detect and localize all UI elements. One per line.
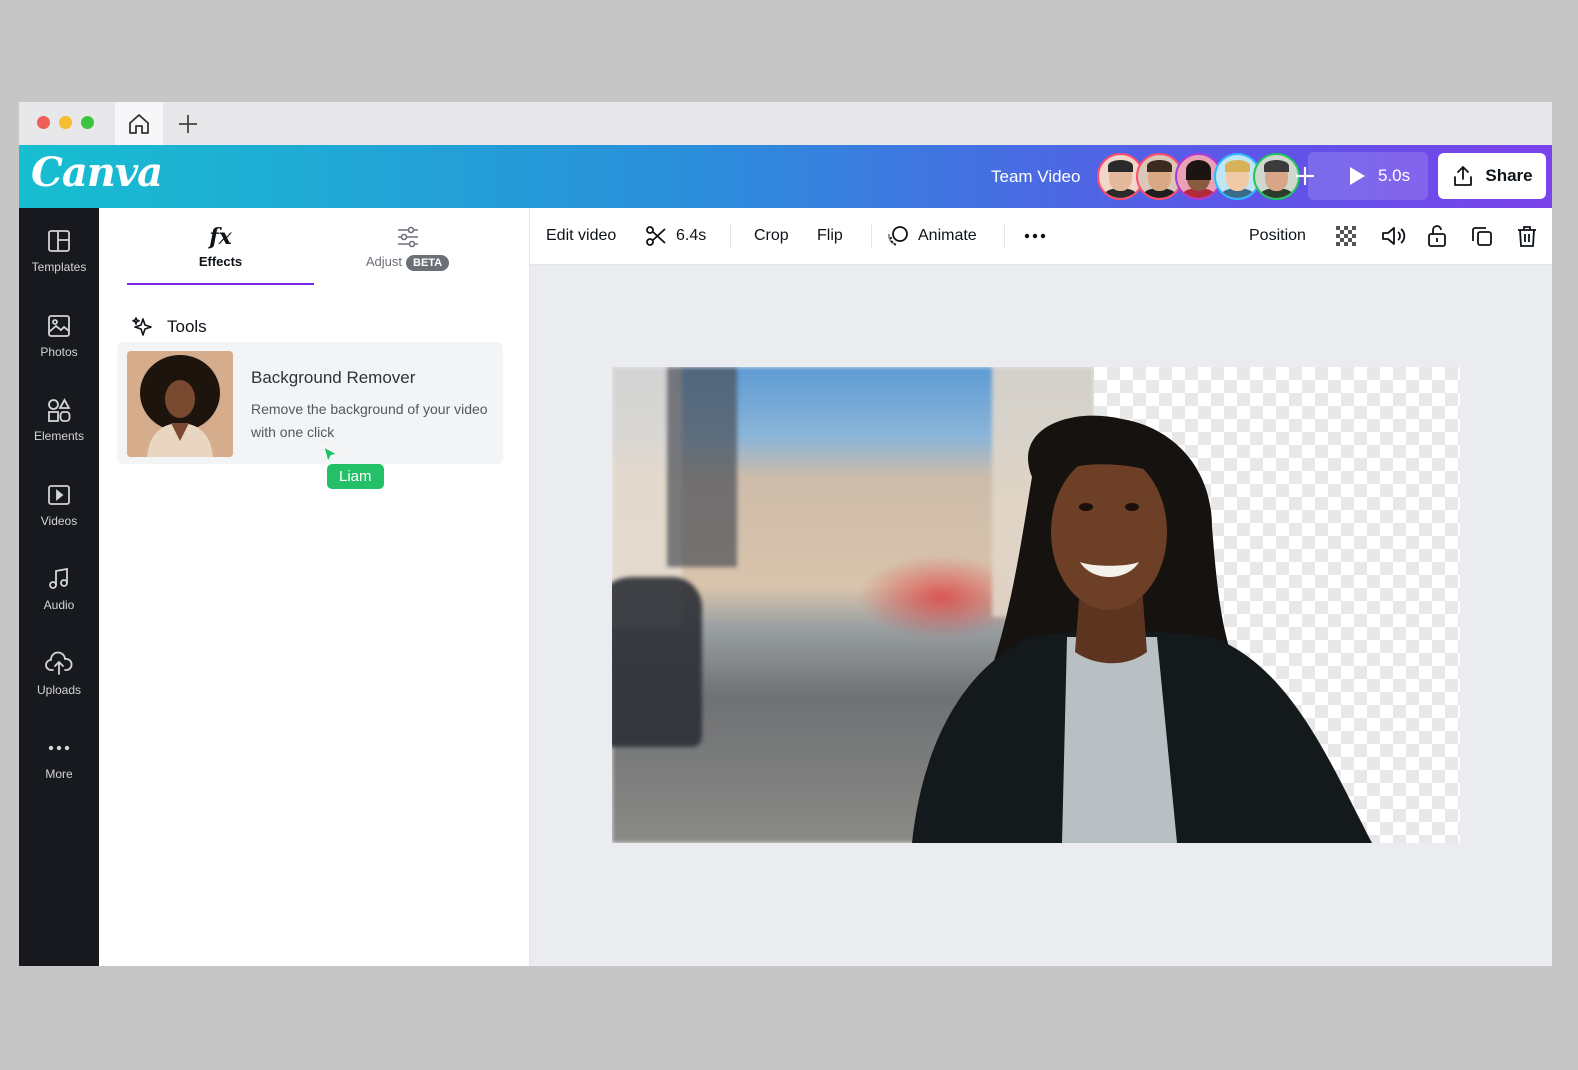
edit-video-button[interactable]: Edit video — [546, 208, 616, 264]
tool-description: Remove the background of your video with… — [251, 401, 488, 440]
flip-button[interactable]: Flip — [817, 208, 843, 264]
scissors-icon — [646, 226, 666, 246]
context-toolbar: Edit video 6.4s Crop Flip Animate Positi… — [530, 208, 1552, 265]
transparency-icon — [1336, 226, 1356, 246]
sidebar-item-uploads[interactable]: Uploads — [19, 651, 99, 721]
trim-duration: 6.4s — [676, 227, 707, 244]
effects-panel: fx Effects AdjustBETA Tools Background — [99, 208, 530, 966]
more-options-button[interactable] — [1023, 208, 1047, 264]
plus-icon — [179, 115, 197, 133]
toolbar-divider — [730, 224, 731, 248]
videos-icon — [48, 485, 70, 505]
side-navigation: Templates Photos Elements Videos Audio U… — [19, 208, 99, 966]
sidebar-item-more[interactable]: More — [19, 735, 99, 805]
share-icon — [1454, 166, 1473, 186]
fx-icon: fx — [209, 224, 232, 250]
home-icon — [129, 113, 149, 134]
minimize-window-button[interactable] — [59, 116, 72, 129]
tab-label: Effects — [198, 254, 243, 269]
collaborator-cursor-icon — [323, 446, 339, 464]
share-label: Share — [1485, 166, 1533, 185]
tab-label: Adjust — [365, 254, 402, 269]
sidebar-item-photos[interactable]: Photos — [19, 313, 99, 383]
unlock-icon — [1428, 225, 1446, 247]
sidebar-item-audio[interactable]: Audio — [19, 566, 99, 636]
browser-chrome — [19, 102, 1552, 146]
sidebar-item-label: Elements — [33, 429, 85, 443]
crop-button[interactable]: Crop — [754, 208, 789, 264]
duplicate-button[interactable] — [1470, 208, 1494, 264]
tool-title: Background Remover — [251, 368, 416, 387]
section-label: Tools — [167, 317, 207, 336]
editor-header: Canva Team Video 5.0s Share — [19, 145, 1552, 208]
templates-icon — [48, 230, 70, 252]
design-canvas[interactable] — [530, 265, 1552, 966]
trim-button[interactable]: 6.4s — [644, 208, 706, 264]
play-duration: 5.0s — [1378, 166, 1411, 185]
new-tab-button[interactable] — [173, 109, 203, 139]
sidebar-item-label: Audio — [43, 598, 75, 612]
sidebar-item-label: More — [45, 767, 73, 781]
browser-window: Canva Team Video 5.0s Share Templates Ph… — [19, 102, 1552, 966]
beta-badge: BETA — [406, 255, 450, 271]
transparency-button[interactable] — [1334, 208, 1358, 264]
collaborator-avatars — [1097, 153, 1300, 200]
share-button[interactable]: Share — [1438, 153, 1546, 199]
team-name[interactable]: Team Video — [991, 167, 1080, 187]
sidebar-item-label: Templates — [31, 260, 87, 274]
toolbar-divider — [1004, 224, 1005, 248]
animate-label: Animate — [918, 227, 977, 244]
position-label: Position — [1249, 227, 1306, 244]
uploads-icon — [45, 651, 73, 675]
subject-person — [912, 415, 1372, 843]
home-tab[interactable] — [115, 102, 163, 145]
elements-icon — [48, 398, 71, 422]
play-preview-button[interactable]: 5.0s — [1308, 152, 1428, 200]
canva-logo[interactable]: Canva — [31, 149, 163, 196]
position-button[interactable]: Position — [1249, 208, 1306, 264]
photos-icon — [48, 315, 70, 337]
tools-section-title: Tools — [131, 315, 207, 339]
more-horizontal-icon — [1024, 233, 1046, 239]
animate-icon — [888, 226, 908, 246]
toolbar-divider — [871, 224, 872, 248]
trash-icon — [1518, 226, 1536, 247]
tab-label-row: Adjust BETA — [365, 254, 450, 271]
close-window-button[interactable] — [37, 116, 50, 129]
delete-button[interactable] — [1515, 208, 1539, 264]
tab-adjust[interactable]: Adjust BETA — [314, 224, 501, 284]
crop-label: Crop — [754, 227, 789, 244]
collaborator-cursor-label: Liam — [327, 464, 384, 489]
maximize-window-button[interactable] — [81, 116, 94, 129]
play-icon — [1350, 167, 1365, 185]
audio-icon — [49, 567, 68, 589]
sidebar-item-templates[interactable]: Templates — [19, 228, 99, 298]
tool-thumbnail — [127, 351, 233, 457]
duplicate-icon — [1472, 227, 1492, 246]
active-tab-indicator — [127, 283, 314, 285]
more-icon — [48, 745, 70, 751]
video-element[interactable] — [612, 367, 1460, 843]
sidebar-item-label: Photos — [40, 345, 78, 359]
sidebar-item-elements[interactable]: Elements — [19, 397, 99, 467]
sidebar-item-videos[interactable]: Videos — [19, 482, 99, 552]
edit-video-label: Edit video — [546, 227, 617, 244]
sidebar-item-label: Uploads — [36, 683, 82, 697]
animate-button[interactable]: Animate — [886, 208, 977, 264]
lock-button[interactable] — [1425, 208, 1449, 264]
volume-icon — [1382, 227, 1406, 245]
background-remover-card[interactable]: Background Remover Remove the background… — [117, 342, 503, 464]
volume-button[interactable] — [1380, 208, 1406, 264]
sliders-icon — [397, 226, 418, 248]
sidebar-item-label: Videos — [40, 514, 78, 528]
sparkle-icon — [132, 317, 152, 336]
tab-effects[interactable]: fx Effects — [127, 224, 314, 284]
flip-label: Flip — [817, 227, 843, 244]
